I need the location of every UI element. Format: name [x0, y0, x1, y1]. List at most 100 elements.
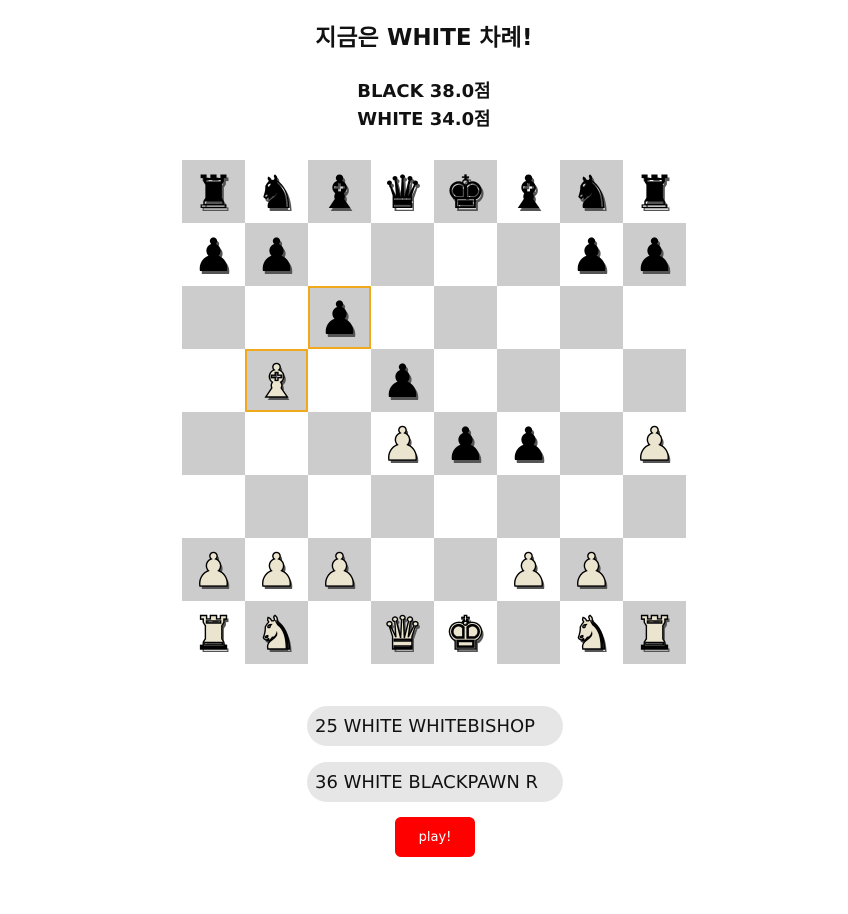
black-pawn-icon[interactable]: ♟ [256, 232, 297, 278]
black-rook-icon[interactable]: ♜ [193, 169, 234, 215]
square-f7[interactable] [497, 223, 560, 286]
square-e5[interactable] [434, 349, 497, 412]
square-h6[interactable] [623, 286, 686, 349]
move-input-2[interactable] [307, 762, 563, 802]
score-board: BLACK 38.0점 WHITE 34.0점 [0, 78, 848, 134]
square-c4[interactable] [308, 412, 371, 475]
square-d8[interactable]: ♛ [371, 160, 434, 223]
square-f4[interactable]: ♟ [497, 412, 560, 475]
square-g6[interactable] [560, 286, 623, 349]
square-c2[interactable]: ♟ [308, 538, 371, 601]
black-knight-icon[interactable]: ♞ [256, 169, 297, 215]
square-e6[interactable] [434, 286, 497, 349]
black-pawn-icon[interactable]: ♟ [319, 295, 360, 341]
square-g1[interactable]: ♞ [560, 601, 623, 664]
square-c8[interactable]: ♝ [308, 160, 371, 223]
white-score: WHITE 34.0점 [357, 109, 491, 130]
square-f5[interactable] [497, 349, 560, 412]
square-f1[interactable] [497, 601, 560, 664]
square-c1[interactable] [308, 601, 371, 664]
square-f2[interactable]: ♟ [497, 538, 560, 601]
black-pawn-icon[interactable]: ♟ [193, 232, 234, 278]
move-input-1[interactable] [307, 706, 563, 746]
white-pawn-icon[interactable]: ♟ [192, 546, 235, 593]
square-g4[interactable] [560, 412, 623, 475]
black-king-icon[interactable]: ♚ [445, 169, 486, 215]
square-g8[interactable]: ♞ [560, 160, 623, 223]
black-pawn-icon[interactable]: ♟ [508, 421, 549, 467]
square-h2[interactable] [623, 538, 686, 601]
square-b3[interactable] [245, 475, 308, 538]
black-score: BLACK 38.0점 [357, 81, 491, 102]
square-d1[interactable]: ♛ [371, 601, 434, 664]
square-a1[interactable]: ♜ [182, 601, 245, 664]
square-c7[interactable] [308, 223, 371, 286]
white-bishop-icon[interactable]: ♝ [255, 357, 298, 404]
play-button[interactable]: play! [395, 817, 475, 857]
white-knight-icon[interactable]: ♞ [570, 609, 613, 656]
square-b5[interactable]: ♝ [245, 349, 308, 412]
square-d5[interactable]: ♟ [371, 349, 434, 412]
square-c3[interactable] [308, 475, 371, 538]
square-g2[interactable]: ♟ [560, 538, 623, 601]
white-pawn-icon[interactable]: ♟ [318, 546, 361, 593]
square-a6[interactable] [182, 286, 245, 349]
square-d6[interactable] [371, 286, 434, 349]
black-rook-icon[interactable]: ♜ [634, 169, 675, 215]
square-a4[interactable] [182, 412, 245, 475]
square-d3[interactable] [371, 475, 434, 538]
square-b1[interactable]: ♞ [245, 601, 308, 664]
square-h1[interactable]: ♜ [623, 601, 686, 664]
square-b8[interactable]: ♞ [245, 160, 308, 223]
square-h3[interactable] [623, 475, 686, 538]
square-d4[interactable]: ♟ [371, 412, 434, 475]
black-pawn-icon[interactable]: ♟ [634, 232, 675, 278]
square-a8[interactable]: ♜ [182, 160, 245, 223]
square-h8[interactable]: ♜ [623, 160, 686, 223]
square-e7[interactable] [434, 223, 497, 286]
square-e2[interactable] [434, 538, 497, 601]
square-a2[interactable]: ♟ [182, 538, 245, 601]
square-e1[interactable]: ♚ [434, 601, 497, 664]
square-d2[interactable] [371, 538, 434, 601]
black-pawn-icon[interactable]: ♟ [571, 232, 612, 278]
square-h4[interactable]: ♟ [623, 412, 686, 475]
white-pawn-icon[interactable]: ♟ [570, 546, 613, 593]
square-b2[interactable]: ♟ [245, 538, 308, 601]
square-e4[interactable]: ♟ [434, 412, 497, 475]
white-pawn-icon[interactable]: ♟ [507, 546, 550, 593]
white-pawn-icon[interactable]: ♟ [381, 420, 424, 467]
white-knight-icon[interactable]: ♞ [255, 609, 298, 656]
square-a3[interactable] [182, 475, 245, 538]
square-c6[interactable]: ♟ [308, 286, 371, 349]
black-bishop-icon[interactable]: ♝ [508, 169, 549, 215]
black-pawn-icon[interactable]: ♟ [382, 358, 423, 404]
square-a7[interactable]: ♟ [182, 223, 245, 286]
square-b6[interactable] [245, 286, 308, 349]
black-bishop-icon[interactable]: ♝ [319, 169, 360, 215]
square-b4[interactable] [245, 412, 308, 475]
black-pawn-icon[interactable]: ♟ [445, 421, 486, 467]
white-queen-icon[interactable]: ♛ [381, 609, 424, 656]
square-b7[interactable]: ♟ [245, 223, 308, 286]
white-pawn-icon[interactable]: ♟ [255, 546, 298, 593]
square-c5[interactable] [308, 349, 371, 412]
square-h5[interactable] [623, 349, 686, 412]
white-rook-icon[interactable]: ♜ [633, 609, 676, 656]
square-a5[interactable] [182, 349, 245, 412]
square-d7[interactable] [371, 223, 434, 286]
square-f3[interactable] [497, 475, 560, 538]
square-h7[interactable]: ♟ [623, 223, 686, 286]
white-king-icon[interactable]: ♚ [444, 609, 487, 656]
square-f8[interactable]: ♝ [497, 160, 560, 223]
square-e3[interactable] [434, 475, 497, 538]
white-rook-icon[interactable]: ♜ [192, 609, 235, 656]
white-pawn-icon[interactable]: ♟ [633, 420, 676, 467]
black-knight-icon[interactable]: ♞ [571, 169, 612, 215]
square-g7[interactable]: ♟ [560, 223, 623, 286]
square-e8[interactable]: ♚ [434, 160, 497, 223]
black-queen-icon[interactable]: ♛ [382, 169, 423, 215]
square-g3[interactable] [560, 475, 623, 538]
square-f6[interactable] [497, 286, 560, 349]
square-g5[interactable] [560, 349, 623, 412]
